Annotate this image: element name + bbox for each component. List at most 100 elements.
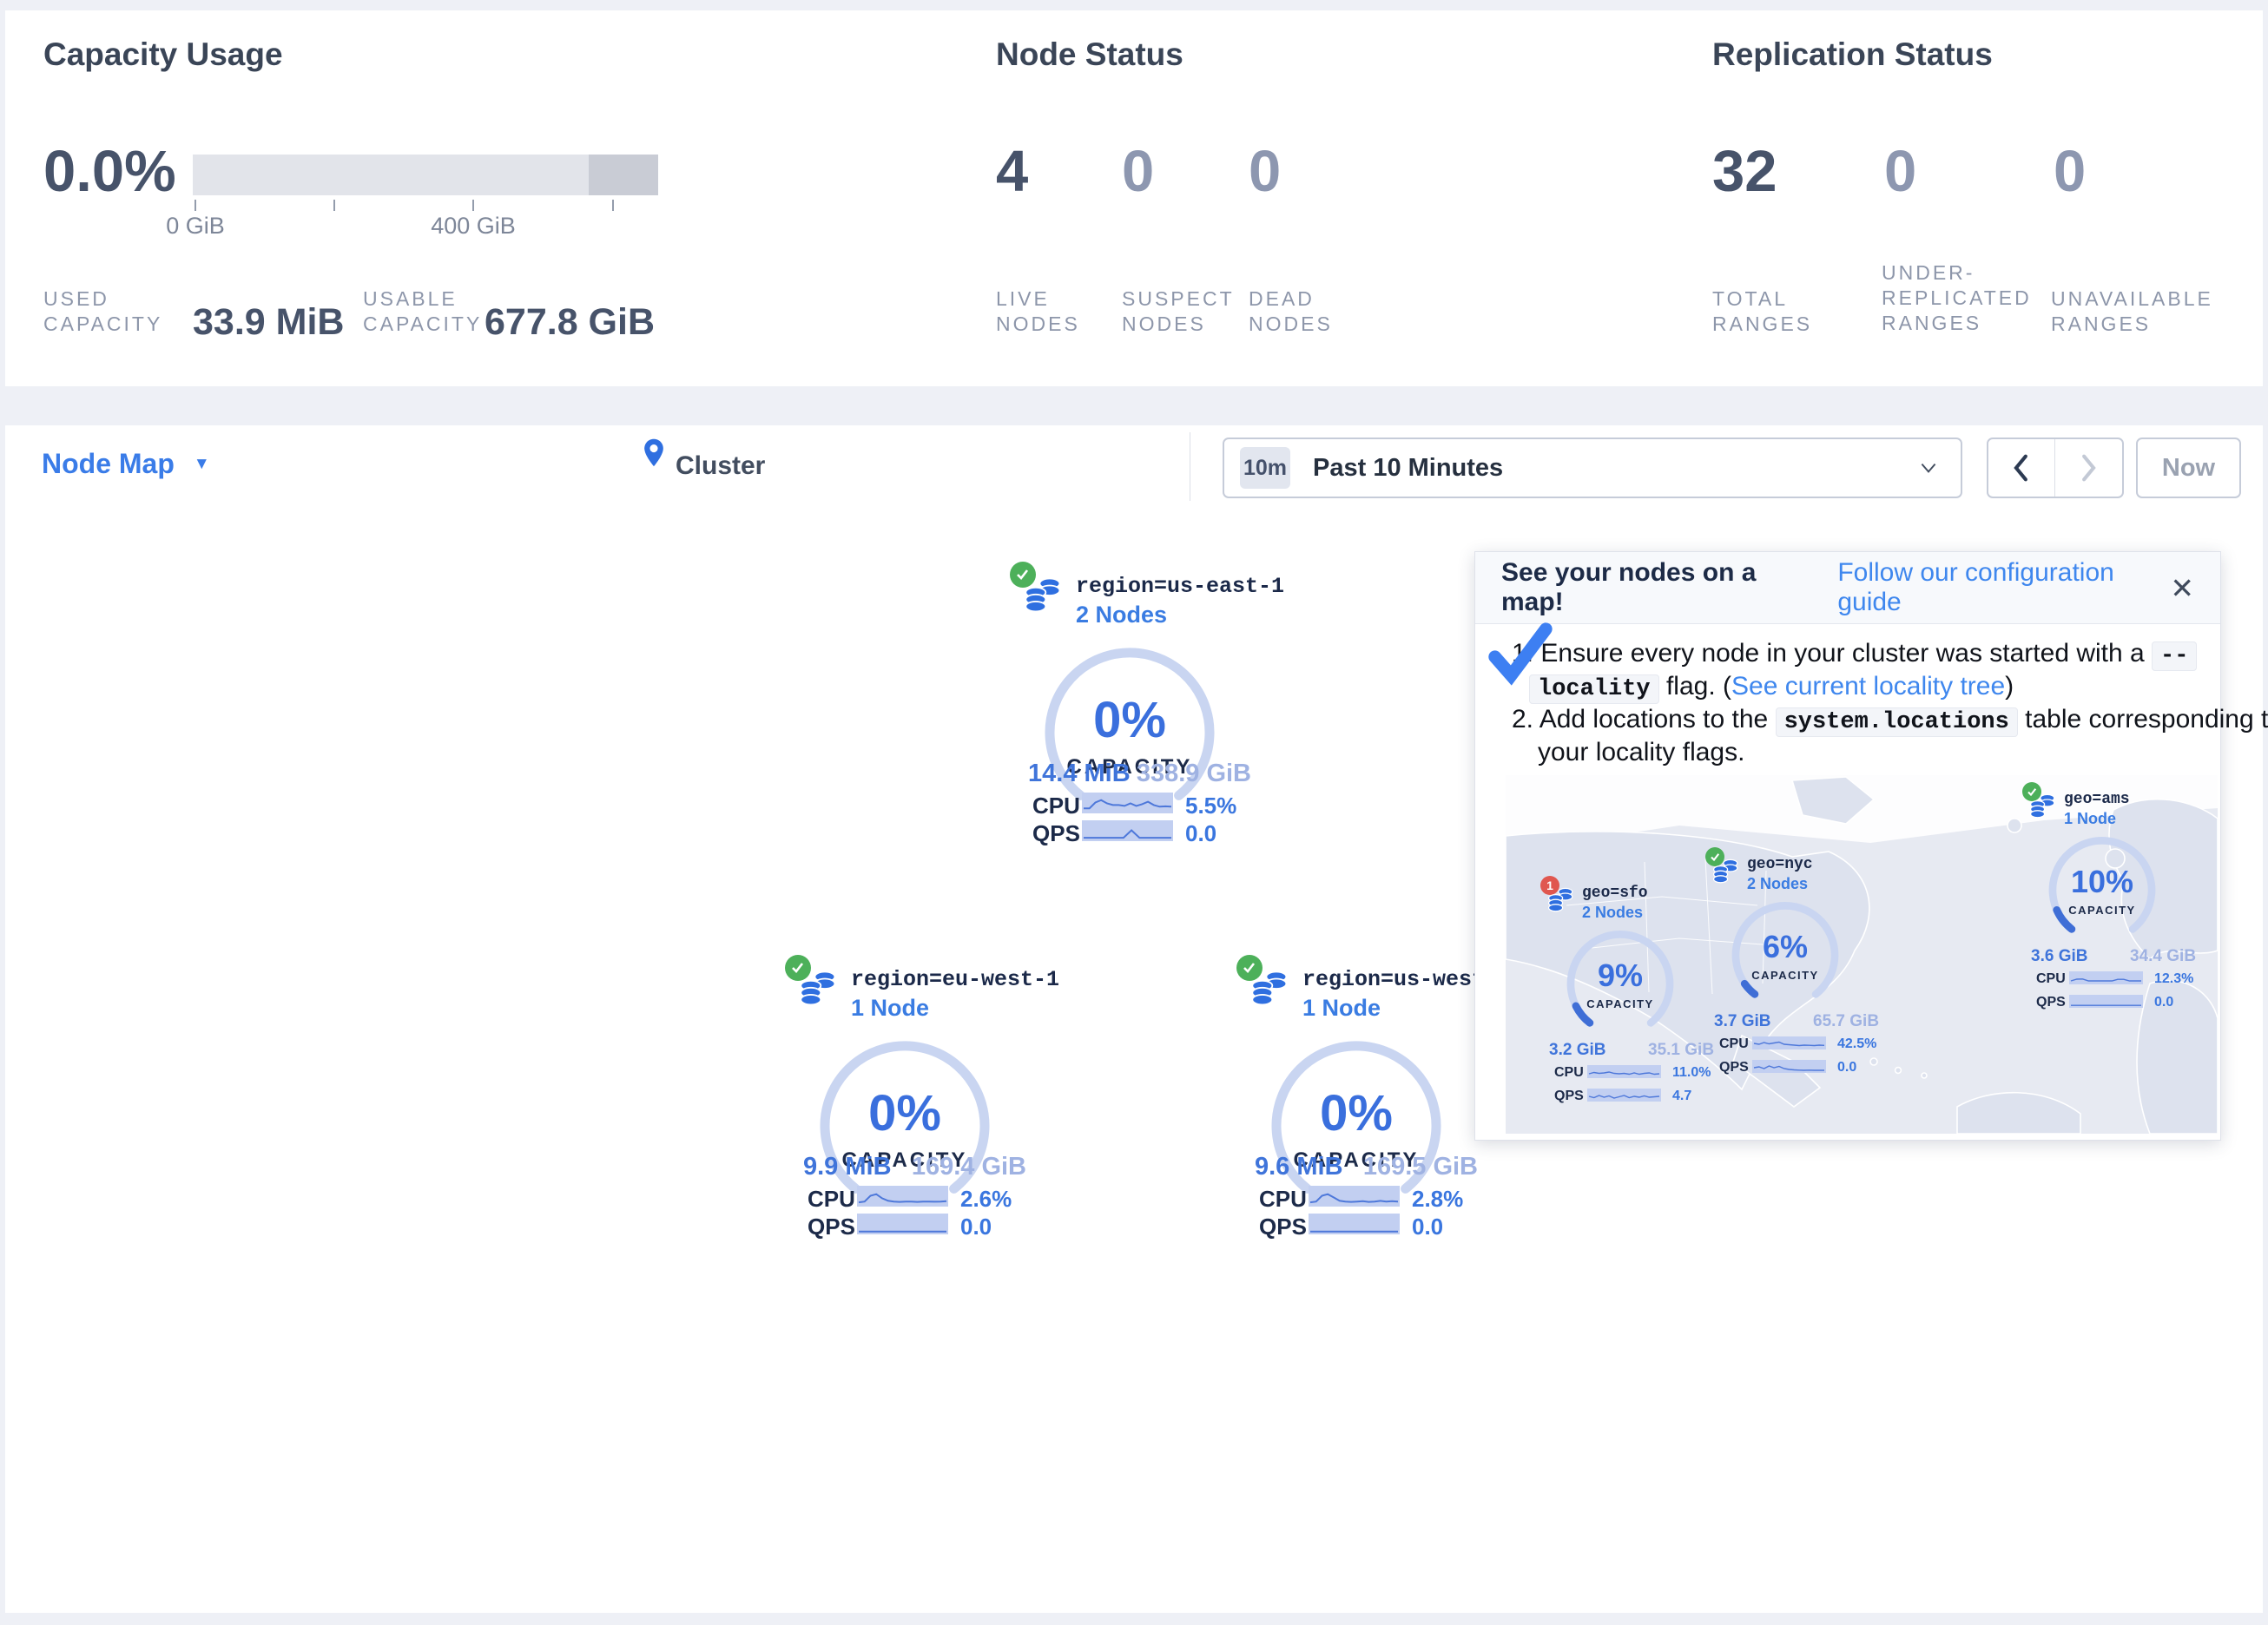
cpu-sparkline: [1752, 1036, 1826, 1049]
region-nodes-link[interactable]: 2 Nodes: [1582, 904, 1643, 922]
usable-capacity-value: 677.8 GiB: [485, 301, 655, 344]
live-nodes-label: LIVE NODES: [996, 286, 1080, 337]
used-capacity-value: 33.9 MiB: [193, 301, 344, 344]
database-nodes-icon: [1024, 576, 1064, 615]
qps-sparkline: [2069, 995, 2143, 1008]
setup-step-1-line2: locality flag. (See current locality tre…: [1529, 672, 2014, 702]
time-range-select[interactable]: 10m Past 10 Minutes: [1223, 438, 1962, 498]
qps-label: QPS: [1259, 1214, 1307, 1240]
cpu-sparkline: [1082, 793, 1173, 813]
cpu-value: 2.8%: [1412, 1186, 1463, 1213]
map-pin-icon: [643, 438, 665, 473]
region-used-value: 3.6 GiB: [2031, 947, 2087, 966]
cpu-label: CPU: [1032, 793, 1080, 819]
region-nodes-link[interactable]: 1 Node: [851, 995, 929, 1022]
capacity-usage-bar: [193, 155, 658, 195]
cpu-label: CPU: [1554, 1065, 1584, 1081]
cpu-sparkline: [1587, 1065, 1661, 1078]
region-used-value: 14.4 MiB: [1028, 760, 1131, 788]
chevron-down-icon: ▼: [194, 455, 210, 474]
used-capacity-label: USED CAPACITY: [43, 286, 162, 337]
capacity-caption: CAPACITY: [1731, 969, 1839, 982]
capacity-percent: 0%: [1269, 1084, 1443, 1142]
axis-tick-label: 400 GiB: [412, 213, 534, 240]
axis-tick: [194, 200, 196, 211]
breadcrumb[interactable]: Cluster: [676, 451, 765, 481]
capacity-usage-title: Capacity Usage: [43, 36, 283, 73]
region-nodes-link[interactable]: 1 Node: [1302, 995, 1381, 1022]
usable-capacity-label: USABLE CAPACITY: [363, 286, 482, 337]
cpu-value: 12.3%: [2154, 971, 2193, 987]
axis-tick: [612, 200, 614, 211]
time-step-forward-button[interactable]: [2055, 439, 2121, 497]
cpu-sparkline: [2069, 971, 2143, 984]
view-selector-dropdown[interactable]: Node Map ▼: [42, 448, 210, 480]
region-nodes-link[interactable]: 1 Node: [2064, 810, 2116, 828]
capacity-caption: CAPACITY: [2048, 904, 2156, 917]
axis-tick: [472, 200, 474, 211]
live-nodes-count: 4: [996, 142, 1028, 201]
nodes-on-map-popup: See your nodes on a map! Follow our conf…: [1474, 551, 2221, 1141]
setup-step-1: 1. Ensure every node in your cluster was…: [1512, 639, 2197, 669]
axis-tick: [333, 200, 335, 211]
popup-header: See your nodes on a map! Follow our conf…: [1475, 552, 2220, 624]
code-chip: --: [2152, 641, 2197, 671]
region-nodes-link[interactable]: 2 Nodes: [1747, 875, 1808, 893]
capacity-percent: 0%: [818, 1084, 992, 1142]
region-name: region=eu-west-1: [851, 967, 1059, 992]
qps-label: QPS: [1032, 820, 1080, 847]
database-nodes-icon: [799, 969, 839, 1009]
qps-label: QPS: [1554, 1089, 1584, 1104]
database-nodes-icon: [1712, 858, 1740, 885]
capacity-usage-percent: 0.0%: [43, 142, 176, 201]
cluster-summary-bar: Capacity Usage 0.0% 0 GiB 400 GiB USED C…: [5, 10, 2263, 386]
popup-title: See your nodes on a map!: [1501, 558, 1811, 617]
now-button[interactable]: Now: [2136, 438, 2241, 498]
cpu-value: 42.5%: [1837, 1036, 1876, 1052]
chevron-down-icon: [1917, 457, 1940, 484]
database-nodes-icon: [2029, 793, 2057, 820]
region-name: geo=ams: [2064, 791, 2130, 808]
region-name: geo=sfo: [1582, 885, 1648, 902]
view-toolbar: Node Map ▼ Cluster 10m Past 10 Minutes: [5, 425, 2263, 509]
capacity-percent: 6%: [1731, 929, 1839, 965]
capacity-gauge: 0% CAPACITY: [818, 1036, 992, 1209]
setup-step-2: 2. Add locations to the system.locations…: [1512, 705, 2268, 735]
qps-value: 0.0: [2154, 995, 2173, 1010]
setup-step-2-line2: your locality flags.: [1538, 738, 1744, 767]
close-icon[interactable]: ✕: [2170, 571, 2194, 605]
replication-status-title: Replication Status: [1712, 36, 1993, 73]
cpu-label: CPU: [1259, 1186, 1307, 1213]
region-usable-value: 65.7 GiB: [1813, 1012, 1896, 1031]
total-ranges-count: 32: [1712, 142, 1777, 201]
axis-tick-label: 0 GiB: [135, 213, 256, 240]
database-nodes-icon: [1250, 969, 1290, 1009]
qps-label: QPS: [2036, 995, 2066, 1010]
region-nodes-link[interactable]: 2 Nodes: [1076, 602, 1167, 628]
time-step-back-button[interactable]: [1988, 439, 2054, 497]
qps-sparkline: [1309, 1214, 1400, 1234]
node-status-title: Node Status: [996, 36, 1183, 73]
region-usable-value: 169.5 GiB: [1356, 1153, 1478, 1181]
view-selector-label[interactable]: Node Map: [42, 448, 175, 480]
qps-label: QPS: [808, 1214, 855, 1240]
region-used-value: 3.7 GiB: [1714, 1012, 1770, 1031]
under-replicated-ranges-count: 0: [1884, 142, 1916, 201]
cpu-value: 5.5%: [1185, 793, 1236, 819]
capacity-usage-bar-nonusable: [589, 155, 658, 195]
configuration-guide-link[interactable]: Follow our configuration guide: [1837, 558, 2170, 617]
capacity-gauge: 0% CAPACITY: [1269, 1036, 1443, 1209]
dead-nodes-label: DEAD NODES: [1249, 286, 1333, 337]
total-ranges-label: TOTAL RANGES: [1712, 286, 1812, 337]
qps-value: 0.0: [1837, 1060, 1856, 1076]
suspect-nodes-label: SUSPECT NODES: [1122, 286, 1235, 337]
region-name: geo=nyc: [1747, 856, 1813, 873]
capacity-gauge: 10% CAPACITY: [2048, 834, 2156, 942]
locality-tree-link[interactable]: See current locality tree: [1731, 672, 2005, 701]
dead-nodes-count: 0: [1249, 142, 1281, 201]
region-usable-value: 34.4 GiB: [2130, 947, 2213, 966]
capacity-percent: 10%: [2048, 864, 2156, 900]
cpu-value: 11.0%: [1672, 1065, 1711, 1081]
qps-value: 4.7: [1672, 1089, 1691, 1104]
cpu-label: CPU: [1719, 1036, 1749, 1052]
